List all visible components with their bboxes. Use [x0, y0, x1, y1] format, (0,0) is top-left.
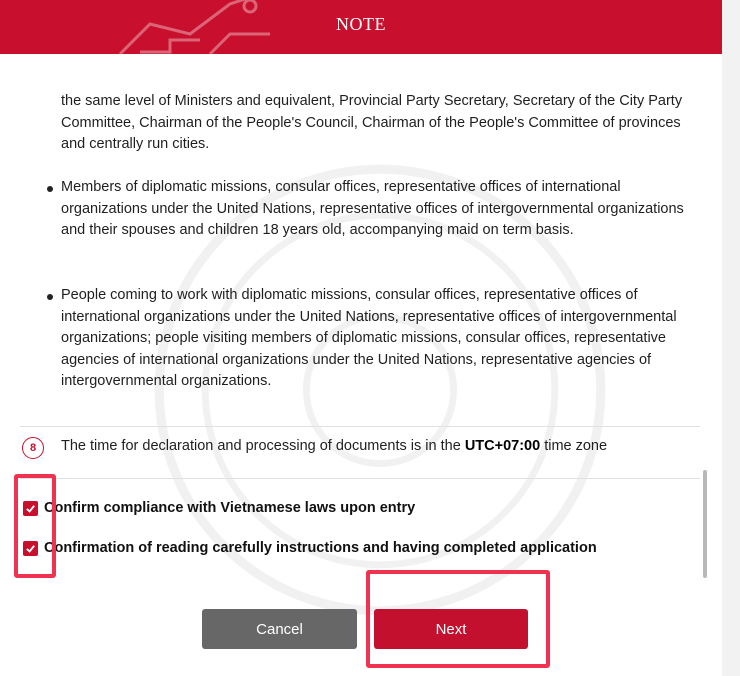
modal-header: NOTE [0, 0, 722, 54]
scrollbar-thumb[interactable] [703, 470, 707, 578]
divider [20, 478, 700, 479]
bullet-dot [47, 186, 53, 192]
window-edge [722, 0, 740, 676]
bullet-item-diplomatic-members: Members of diplomatic missions, consular… [61, 179, 684, 239]
divider [20, 426, 700, 427]
checkbox-highlight-box [14, 474, 56, 578]
next-button-highlight-box [366, 570, 550, 668]
modal-title: NOTE [336, 14, 386, 34]
modal-body: the same level of Ministers and equivale… [0, 54, 722, 676]
timezone-note: The time for declaration and processing … [61, 438, 607, 454]
bullet-item-visitors: People coming to work with diplomatic mi… [61, 287, 677, 390]
paragraph-continued: the same level of Ministers and equivale… [61, 93, 683, 153]
cancel-button[interactable]: Cancel [202, 609, 357, 649]
step-number-badge: 8 [22, 437, 44, 459]
timezone-note-prefix: The time for declaration and processing … [61, 438, 465, 454]
bullet-dot [47, 294, 53, 300]
confirm-reading-label[interactable]: Confirmation of reading carefully instru… [44, 540, 597, 556]
timezone-value: UTC+07:00 [464, 438, 541, 454]
timezone-note-suffix: time zone [540, 438, 608, 454]
confirm-compliance-label[interactable]: Confirm compliance with Vietnamese laws … [44, 500, 415, 516]
